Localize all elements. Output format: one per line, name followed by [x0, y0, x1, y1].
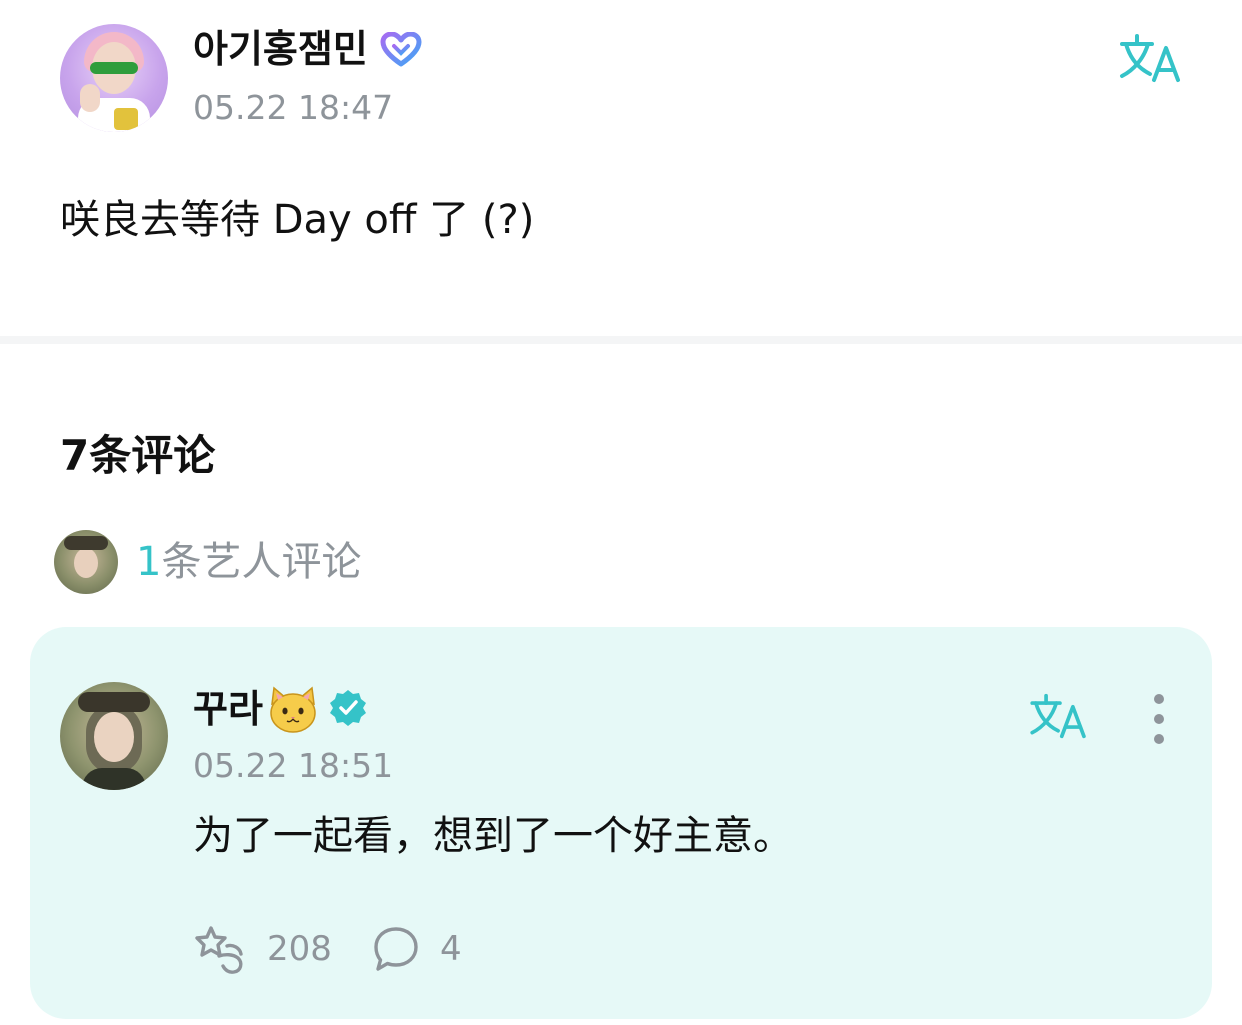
artist-avatar-small [54, 530, 118, 594]
artist-comments-text: 条艺人评论 [161, 539, 362, 585]
avatar-shirt-detail [114, 108, 138, 130]
avatar-face [74, 548, 98, 578]
section-divider [0, 336, 1242, 344]
comment-body-text: 为了一起看，想到了一个好主意。 [193, 813, 793, 859]
translate-icon[interactable] [1118, 32, 1184, 84]
reply-bubble-icon [374, 927, 418, 971]
avatar-face [94, 712, 134, 762]
artist-comments-count: 1 [136, 539, 162, 585]
avatar-hand [80, 84, 100, 112]
post-author-avatar[interactable] [60, 24, 168, 132]
comments-count-heading: 7条评论 [60, 431, 216, 480]
like-button[interactable]: 208 [193, 922, 332, 976]
post-author-name[interactable]: 아기홍잼민 [193, 26, 368, 72]
comment-author-avatar[interactable] [60, 682, 168, 790]
post-timestamp: 05.22 18:47 [193, 88, 394, 127]
reply-button[interactable]: 4 [372, 922, 462, 976]
cat-emoji-icon [270, 686, 316, 733]
post-body-text: 咲良去等待 Day off 了 (?) [60, 197, 535, 243]
translate-icon[interactable] [1028, 692, 1090, 740]
membership-heart-icon [380, 32, 422, 67]
avatar-body [82, 768, 146, 790]
comment-timestamp: 05.22 18:51 [193, 746, 394, 785]
more-vertical-icon[interactable] [1146, 692, 1172, 746]
reply-count: 4 [440, 929, 462, 969]
comment-author-name[interactable]: 꾸라 [193, 686, 263, 732]
avatar-glasses [90, 62, 138, 74]
avatar-crown [78, 692, 150, 712]
avatar-crown [64, 536, 108, 550]
verified-check-icon [330, 690, 366, 726]
like-star-icon [195, 926, 243, 974]
artist-comments-filter[interactable]: 1条艺人评论 [54, 530, 361, 594]
like-count: 208 [267, 929, 332, 969]
artist-comments-label: 1条艺人评论 [136, 534, 361, 590]
